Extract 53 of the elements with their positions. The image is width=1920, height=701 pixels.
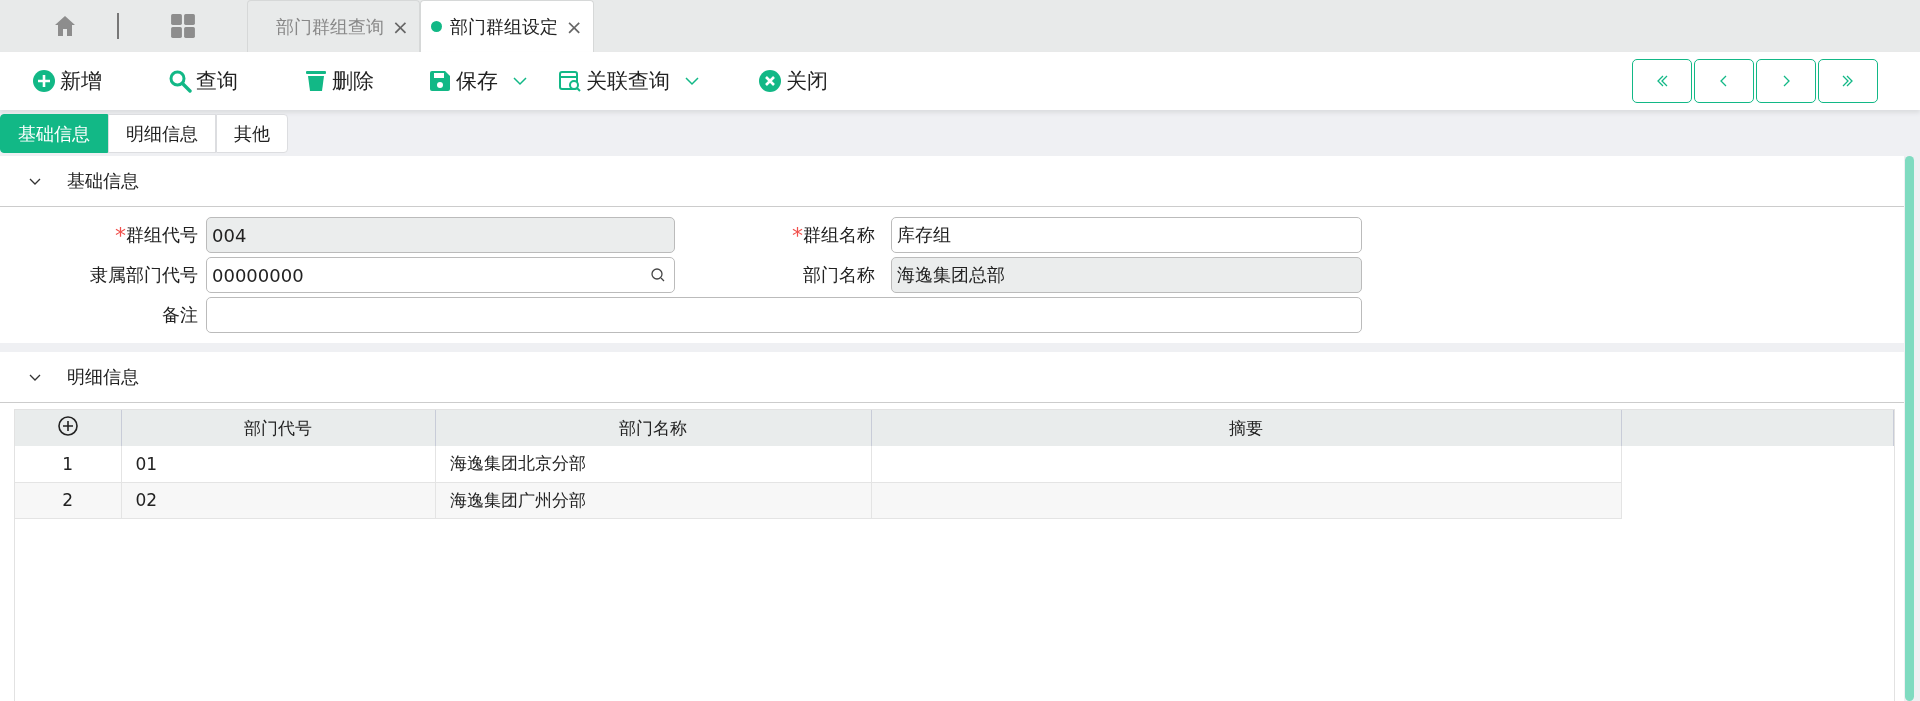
row-number: 2 <box>15 482 121 518</box>
table-cell: 02 <box>121 482 435 518</box>
active-dot <box>430 21 442 32</box>
form-tab[interactable]: 其他 <box>216 114 288 153</box>
section-header[interactable]: 基础信息 <box>0 156 1904 207</box>
section-header[interactable]: 明细信息 <box>0 352 1904 403</box>
input-field[interactable]: 004 <box>206 217 675 253</box>
save-icon <box>428 69 452 93</box>
required-mark: * <box>115 222 126 248</box>
pager-button[interactable] <box>1694 59 1754 103</box>
add-row-icon[interactable] <box>56 415 79 437</box>
section-title: 基础信息 <box>67 169 139 193</box>
toolbar-button[interactable]: 删除 <box>302 63 376 99</box>
field-label: 隶属部门代号 <box>90 263 198 287</box>
input-field[interactable]: 海逸集团总部 <box>891 257 1362 293</box>
input-field[interactable] <box>206 297 1362 333</box>
required-mark: * <box>792 222 803 248</box>
input-field[interactable]: 库存组 <box>891 217 1362 253</box>
home-icon[interactable] <box>53 14 77 38</box>
pager-button[interactable] <box>1756 59 1816 103</box>
add-icon <box>32 69 56 93</box>
toolbar-button[interactable]: 新增 <box>30 63 104 99</box>
field-label: 备注 <box>162 303 198 327</box>
form-tab[interactable]: 明细信息 <box>108 114 216 153</box>
window-tab[interactable]: 部门群组设定 × <box>419 0 594 52</box>
column-header: 摘要 <box>871 410 1621 446</box>
toolbar-button[interactable]: 关联查询 <box>556 63 702 99</box>
input-field[interactable]: 00000000 <box>206 257 675 293</box>
table-cell: 海逸集团北京分部 <box>435 446 871 482</box>
scrollbar[interactable] <box>1905 156 1914 701</box>
close-button[interactable]: × <box>392 14 409 39</box>
grid-icon[interactable] <box>170 13 196 39</box>
table-cell: 01 <box>121 446 435 482</box>
field-label: 群组代号 <box>126 223 198 247</box>
window-search-icon <box>558 69 582 93</box>
close-button[interactable]: × <box>565 14 583 39</box>
toolbar-button[interactable]: 关闭 <box>756 63 830 99</box>
search-icon <box>168 69 192 93</box>
toolbar-button[interactable]: 查询 <box>166 63 240 99</box>
toolbar-button[interactable]: 保存 <box>426 63 530 99</box>
column-header: 部门名称 <box>435 410 871 446</box>
search-icon[interactable] <box>650 267 666 283</box>
window-tab[interactable]: 部门群组查询 × <box>247 0 420 52</box>
pager-button[interactable] <box>1818 59 1878 103</box>
section-title: 明细信息 <box>67 365 139 389</box>
trash-icon <box>304 69 328 93</box>
field-label: 部门名称 <box>803 263 875 287</box>
table-cell: 海逸集团广州分部 <box>435 482 871 518</box>
column-header: 部门代号 <box>121 410 435 446</box>
field-label: 群组名称 <box>803 223 875 247</box>
row-number: 1 <box>15 446 121 482</box>
pager-button[interactable] <box>1632 59 1692 103</box>
close-icon <box>758 69 782 93</box>
